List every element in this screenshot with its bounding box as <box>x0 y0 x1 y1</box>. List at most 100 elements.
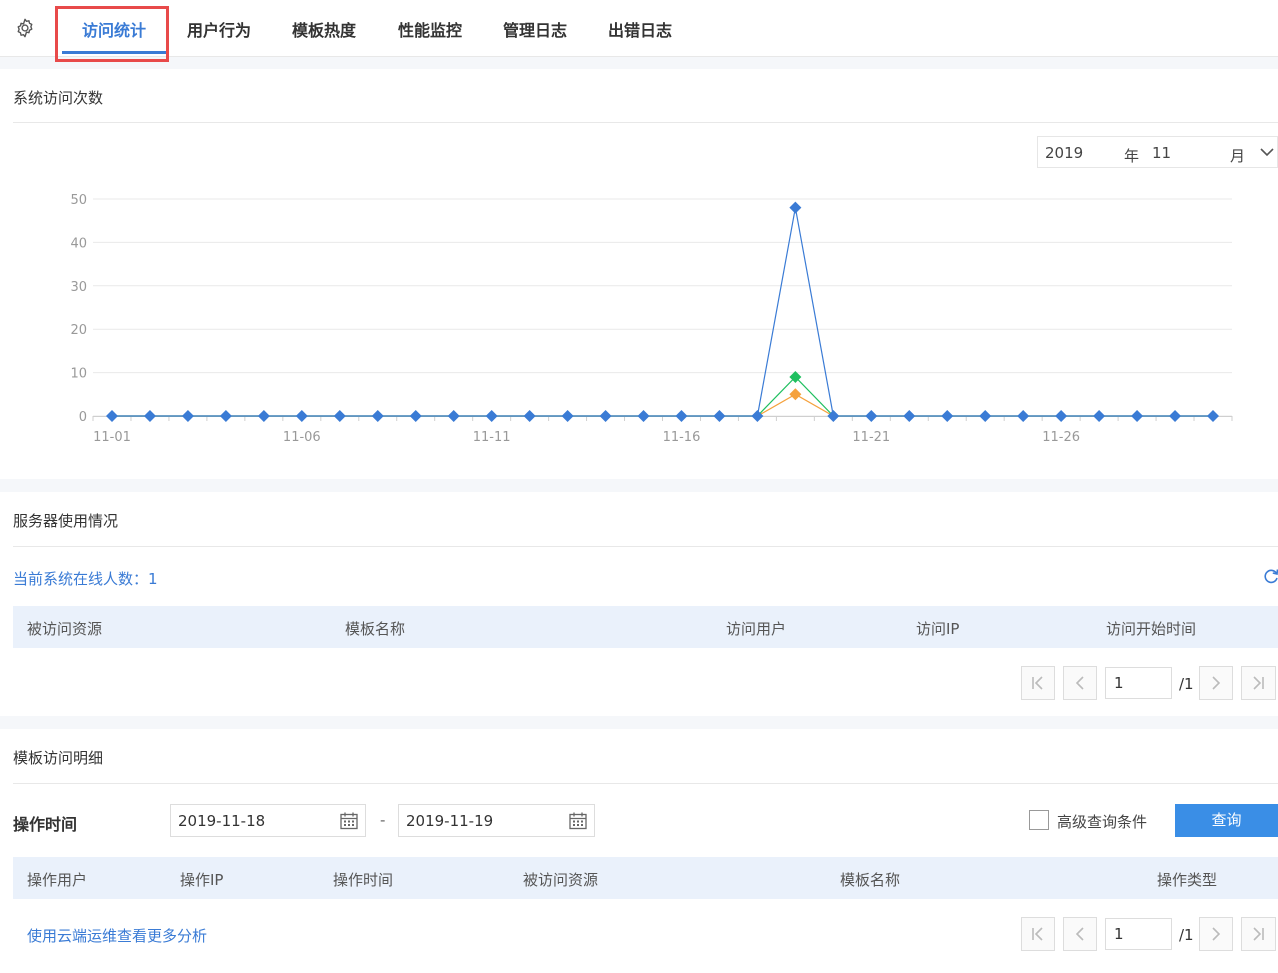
refresh-icon[interactable] <box>1262 567 1278 585</box>
tab-error-log[interactable]: 出错日志 <box>608 17 672 41</box>
column-header: 被访问资源 <box>27 620 103 638</box>
data-point <box>1093 410 1106 422</box>
first-page-icon <box>1032 927 1043 941</box>
visit-section-title: 系统访问次数 <box>13 89 104 107</box>
series-line <box>112 207 1213 417</box>
server-table-header: 被访问资源 模板名称 访问用户 访问IP 访问开始时间 <box>13 606 1278 648</box>
operation-time-label: 操作时间 <box>13 815 78 834</box>
prev-page-button[interactable] <box>1063 666 1097 700</box>
series-line <box>112 376 1213 417</box>
y-tick-label: 50 <box>70 193 87 208</box>
advanced-query-checkbox[interactable] <box>1029 810 1049 830</box>
data-point <box>713 410 726 422</box>
data-point <box>257 410 270 422</box>
series-line <box>112 393 1213 417</box>
next-page-icon <box>1212 676 1221 690</box>
first-page-button[interactable] <box>1021 666 1055 700</box>
data-point <box>181 410 194 422</box>
visit-line-chart: 0 10 20 30 40 50 11-01 11-06 11-11 11-16 11-21 11-2… <box>70 193 1233 445</box>
data-point <box>1169 410 1182 422</box>
tab-admin-log[interactable]: 管理日志 <box>503 17 567 41</box>
query-button[interactable]: 查询 <box>1175 804 1278 837</box>
data-point <box>447 410 460 422</box>
data-point <box>941 410 954 422</box>
calendar-icon[interactable] <box>568 811 588 831</box>
data-point <box>637 410 650 422</box>
page-total: /1 <box>1179 926 1194 944</box>
online-count-label: 当前系统在线人数：1 <box>13 568 158 589</box>
tab-user-behavior[interactable]: 用户行为 <box>187 17 251 41</box>
data-point <box>485 410 498 422</box>
prev-page-icon <box>1075 676 1084 690</box>
column-header: 操作时间 <box>333 871 394 889</box>
advanced-query-label[interactable]: 高级查询条件 <box>1057 811 1147 832</box>
y-tick-label: 10 <box>70 367 87 382</box>
next-page-button[interactable] <box>1199 917 1233 951</box>
data-point <box>1207 410 1219 422</box>
template-section-title: 模板访问明细 <box>13 749 104 767</box>
page-number-input[interactable]: 1 <box>1105 667 1172 699</box>
data-point <box>409 410 422 422</box>
x-tick-label: 11-06 <box>283 430 321 445</box>
tab-template-heat[interactable]: 模板热度 <box>292 17 356 41</box>
column-header: 操作类型 <box>1157 871 1218 889</box>
column-header: 访问IP <box>916 620 960 638</box>
y-tick-label: 20 <box>70 323 87 338</box>
last-page-button[interactable] <box>1241 917 1276 951</box>
tab-performance[interactable]: 性能监控 <box>398 17 462 41</box>
top-nav: 访问统计 用户行为 模板热度 性能监控 管理日志 出错日志 <box>0 0 1278 57</box>
page-number-input[interactable]: 1 <box>1105 918 1172 950</box>
month-picker-month: 11 <box>1152 144 1172 162</box>
data-point <box>106 410 118 422</box>
prev-page-button[interactable] <box>1063 917 1097 951</box>
column-header: 操作IP <box>180 871 224 889</box>
month-picker-month-unit: 月 <box>1230 147 1246 165</box>
online-label-text: 当前系统在线人数： <box>13 570 149 588</box>
data-point <box>979 410 992 422</box>
prev-page-icon <box>1075 927 1084 941</box>
column-header: 被访问资源 <box>523 871 599 889</box>
last-page-icon <box>1253 676 1264 690</box>
month-picker-year: 2019 <box>1045 144 1084 162</box>
gear-icon[interactable] <box>14 17 36 39</box>
column-header: 访问开始时间 <box>1106 620 1197 638</box>
data-point <box>523 410 536 422</box>
calendar-icon[interactable] <box>339 811 359 831</box>
tab-visit-stats[interactable]: 访问统计 <box>82 17 146 41</box>
data-point <box>903 410 916 422</box>
page-total: /1 <box>1179 675 1194 693</box>
last-page-button[interactable] <box>1241 666 1276 700</box>
month-picker[interactable]: 2019 年 11 月 <box>1037 136 1278 168</box>
divider <box>13 546 1278 547</box>
chevron-down-icon[interactable] <box>1259 145 1275 159</box>
start-date-value: 2019-11-18 <box>178 812 266 830</box>
data-point <box>1055 410 1068 422</box>
data-point <box>1131 410 1144 422</box>
column-header: 操作用户 <box>27 871 88 889</box>
end-date-input[interactable]: 2019-11-19 <box>398 804 595 837</box>
next-page-button[interactable] <box>1199 666 1233 700</box>
data-point <box>1017 410 1030 422</box>
data-point <box>789 388 802 401</box>
date-range-separator: - <box>380 811 386 829</box>
column-header: 模板名称 <box>345 620 406 638</box>
data-point <box>143 410 156 422</box>
x-tick-label: 11-11 <box>473 430 511 445</box>
last-page-icon <box>1253 927 1264 941</box>
server-section-title: 服务器使用情况 <box>13 512 119 530</box>
cloud-ops-analysis-link[interactable]: 使用云端运维查看更多分析 <box>27 925 207 946</box>
y-tick-label: 0 <box>79 410 87 425</box>
month-picker-year-unit: 年 <box>1124 147 1140 165</box>
column-header: 模板名称 <box>840 871 901 889</box>
first-page-button[interactable] <box>1021 917 1055 951</box>
data-point <box>789 201 802 214</box>
data-point <box>219 410 232 422</box>
column-header: 访问用户 <box>726 620 787 638</box>
divider <box>13 783 1278 784</box>
start-date-input[interactable]: 2019-11-18 <box>170 804 366 837</box>
data-point <box>599 410 612 422</box>
active-tab-indicator <box>62 51 168 54</box>
data-point <box>295 410 308 422</box>
y-tick-label: 40 <box>70 236 87 251</box>
x-tick-label: 11-21 <box>852 430 890 445</box>
